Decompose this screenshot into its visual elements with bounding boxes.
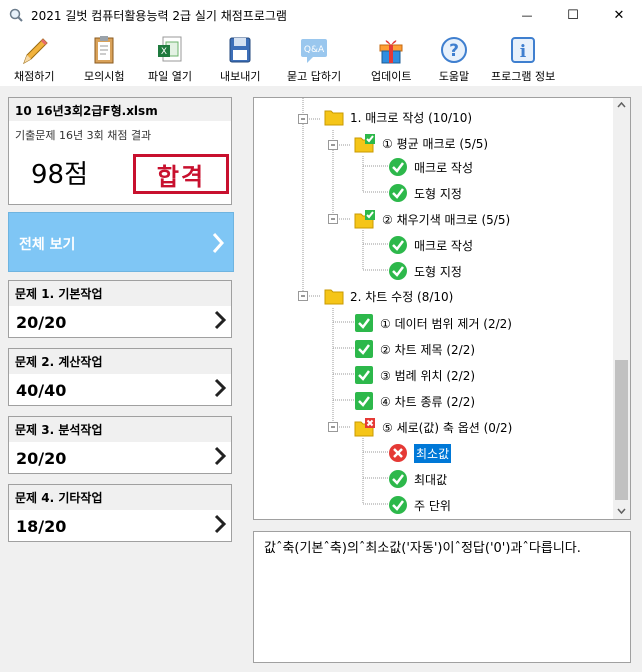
feedback-text: 값ˆ축(기본ˆ축)의ˆ최소값('자동')이ˆ정답('0')과ˆ다릅니다.: [253, 531, 631, 663]
help-icon: ?: [441, 37, 467, 63]
error-circle-icon: [389, 444, 407, 462]
tree-node-chart[interactable]: 2. 차트 수정 (8/10): [324, 285, 453, 307]
tree-node-avg-macro[interactable]: ① 평균 매크로 (5/5): [354, 132, 488, 154]
magnifier-app-icon: [9, 8, 23, 22]
question-card-1[interactable]: 문제 1. 기본작업 20/20: [8, 280, 232, 338]
chevron-right-icon: [214, 310, 227, 330]
mock-exam-button[interactable]: 모의시험: [84, 33, 124, 85]
question-title: 문제 4. 기타작업: [9, 485, 231, 510]
help-button[interactable]: ? 도움말: [437, 33, 471, 85]
check-circle-icon: [389, 496, 407, 514]
question-score: 18/20: [16, 517, 67, 536]
check-box-icon: [355, 392, 373, 410]
title-bar: 2021 길벗 컴퓨터활용능력 2급 실기 채점프로그램 — ☐ ✕: [0, 0, 642, 31]
svg-text:?: ?: [449, 41, 459, 61]
scroll-thumb[interactable]: [615, 360, 628, 500]
minimize-button[interactable]: —: [504, 0, 550, 31]
pencil-icon: [23, 38, 48, 65]
question-title: 문제 1. 기본작업: [9, 281, 231, 306]
tree-node-fill-macro-create[interactable]: 매크로 작성: [388, 234, 473, 256]
tree-node-data-range[interactable]: ① 데이터 범위 제거 (2/2): [354, 312, 512, 334]
info-icon: i: [511, 37, 536, 63]
check-circle-icon: [389, 470, 407, 488]
window-title: 2021 길벗 컴퓨터활용능력 2급 실기 채점프로그램: [31, 9, 287, 23]
question-card-4[interactable]: 문제 4. 기타작업 18/20: [8, 484, 232, 542]
toolbar: 채점하기 모의시험 X 파일 열기 내보내기 Q&A 묻고 답하기 업데이트 ?…: [0, 31, 642, 86]
result-card: 10 16년3회2급F형.xlsm 기출문제 16년 3회 채점 결과 98점 …: [8, 97, 232, 205]
total-score: 98점: [31, 160, 89, 190]
svg-text:i: i: [520, 42, 527, 62]
all-view-button[interactable]: 전체 보기: [8, 212, 234, 272]
grade-button[interactable]: 채점하기: [14, 33, 54, 85]
scroll-down-icon[interactable]: [617, 508, 626, 514]
scroll-up-icon[interactable]: [617, 102, 626, 108]
maximize-icon: ☐: [567, 8, 579, 23]
tree-node-chart-type[interactable]: ④ 차트 종류 (2/2): [354, 390, 475, 412]
check-box-icon: [355, 314, 373, 332]
left-panel: 10 16년3회2급F형.xlsm 기출문제 16년 3회 채점 결과 98점 …: [0, 86, 242, 672]
chevron-right-icon: [214, 378, 227, 398]
gift-box-icon: [379, 40, 403, 64]
qa-button[interactable]: Q&A 묻고 답하기: [287, 33, 341, 85]
chevron-right-icon: [214, 514, 227, 534]
svg-text:X: X: [161, 47, 167, 57]
tree-node-chart-title[interactable]: ② 차트 제목 (2/2): [354, 338, 475, 360]
all-view-label: 전체 보기: [19, 237, 76, 253]
check-circle-icon: [389, 236, 407, 254]
tree-node-max-value[interactable]: 최대값: [388, 468, 447, 490]
question-title: 문제 3. 분석작업: [9, 417, 231, 442]
floppy-disk-icon: [229, 37, 251, 63]
excel-file-icon: X: [157, 36, 182, 62]
tree-node-min-value[interactable]: 최소값: [388, 442, 452, 464]
tree-node-fill-macro-shape[interactable]: 도형 지정: [388, 260, 462, 282]
check-circle-icon: [389, 262, 407, 280]
check-box-icon: [355, 366, 373, 384]
tree-scrollbar[interactable]: [613, 98, 630, 519]
open-file-button[interactable]: X 파일 열기: [148, 33, 192, 85]
question-score: 20/20: [16, 449, 67, 468]
question-title: 문제 2. 계산작업: [9, 349, 231, 374]
folder-check-icon: [354, 134, 375, 153]
tree-node-avg-macro-create[interactable]: 매크로 작성: [388, 156, 473, 178]
check-circle-icon: [389, 158, 407, 176]
question-card-2[interactable]: 문제 2. 계산작업 40/40: [8, 348, 232, 406]
chevron-right-icon: [214, 446, 227, 466]
question-score: 40/40: [16, 381, 67, 400]
question-card-3[interactable]: 문제 3. 분석작업 20/20: [8, 416, 232, 474]
folder-icon: [324, 289, 344, 305]
result-description: 기출문제 16년 3회 채점 결과: [15, 129, 152, 142]
check-box-icon: [355, 340, 373, 358]
update-button[interactable]: 업데이트: [371, 33, 411, 85]
qa-icon: Q&A: [301, 39, 328, 63]
close-button[interactable]: ✕: [596, 0, 642, 31]
check-circle-icon: [389, 184, 407, 202]
tree-node-axis-options[interactable]: ⑤ 세로(값) 축 옵션 (0/2): [354, 416, 512, 438]
close-icon: ✕: [613, 8, 625, 23]
tree-node-fill-macro[interactable]: ② 채우기색 매크로 (5/5): [354, 208, 510, 230]
export-button[interactable]: 내보내기: [220, 33, 260, 85]
folder-icon: [324, 110, 344, 126]
chevron-right-icon: [212, 233, 225, 253]
maximize-button[interactable]: ☐: [550, 0, 596, 31]
question-score: 20/20: [16, 313, 67, 332]
folder-check-icon: [354, 210, 375, 229]
clipboard-icon: [94, 36, 114, 64]
svg-text:Q&A: Q&A: [304, 45, 325, 55]
tree-node-legend-position[interactable]: ③ 범례 위치 (2/2): [354, 364, 475, 386]
program-info-button[interactable]: i 프로그램 정보: [491, 33, 555, 85]
result-tree[interactable]: 1. 매크로 작성 (10/10) ① 평균 매크로 (5/5) 매크로 작성 …: [253, 97, 631, 520]
minimize-icon: —: [521, 9, 533, 22]
pass-stamp: 합격: [133, 154, 229, 194]
tree-node-macro[interactable]: 1. 매크로 작성 (10/10): [324, 106, 472, 128]
tree-node-major-unit[interactable]: 주 단위: [388, 494, 451, 516]
file-name: 10 16년3회2급F형.xlsm: [9, 98, 231, 121]
tree-node-avg-macro-shape[interactable]: 도형 지정: [388, 182, 462, 204]
folder-error-icon: [354, 418, 375, 437]
